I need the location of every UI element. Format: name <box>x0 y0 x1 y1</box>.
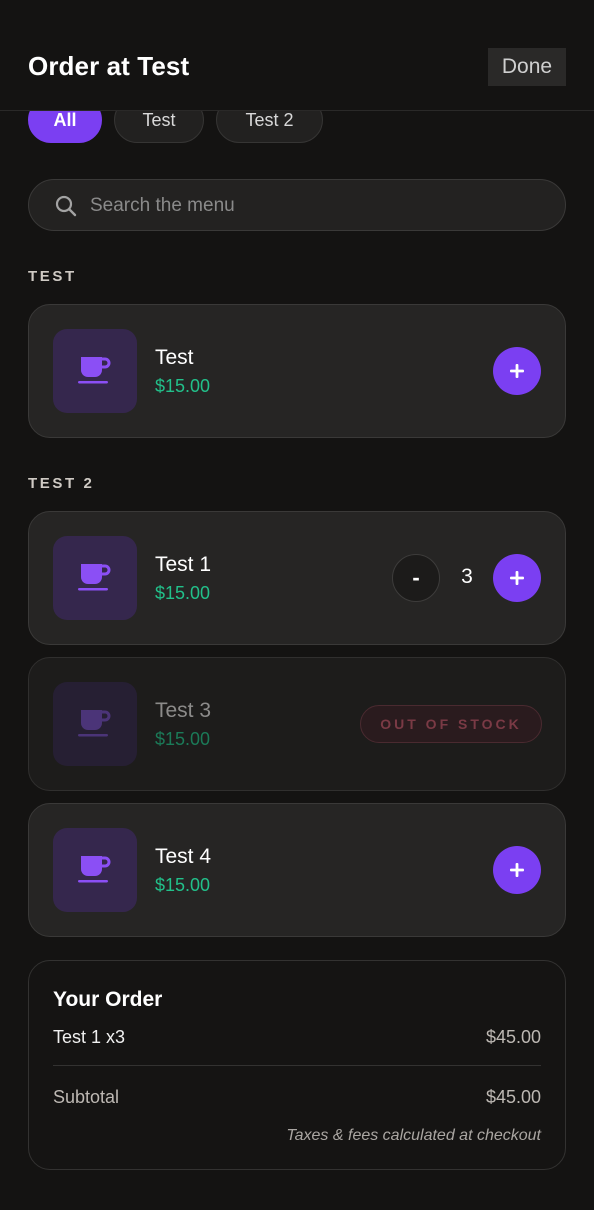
item-thumbnail <box>53 828 137 912</box>
section-heading-test-2: TEST 2 <box>28 475 95 492</box>
page-title: Order at Test <box>28 51 190 81</box>
subtotal-amount: $45.00 <box>485 1087 541 1107</box>
page-header: Order at Test Done <box>0 0 594 111</box>
item-price: $15.00 <box>155 729 211 749</box>
decrease-quantity-button[interactable]: - <box>392 554 440 602</box>
increase-quantity-button[interactable] <box>493 554 541 602</box>
subtotal-label: Subtotal <box>53 1087 120 1107</box>
item-price: $15.00 <box>155 376 211 396</box>
taxes-note: Taxes & fees calculated at checkout <box>286 1127 541 1144</box>
item-thumbnail <box>53 329 137 413</box>
add-to-order-button[interactable] <box>493 846 541 894</box>
item-name: Test 1 <box>155 553 212 576</box>
filter-chip-label: Test 2 <box>245 109 294 130</box>
order-line-amount: $45.00 <box>485 1027 541 1047</box>
filter-chip-label: Test <box>142 109 176 130</box>
item-name: Test 3 <box>155 699 212 722</box>
search-input[interactable]: Search the menu <box>28 179 566 231</box>
menu-item-card[interactable]: Test $15.00 <box>28 304 566 438</box>
plus-icon <box>510 364 524 378</box>
item-thumbnail <box>53 682 137 766</box>
item-price: $15.00 <box>155 875 211 895</box>
coffee-cup-icon <box>78 357 111 384</box>
order-line-label: Test 1 x3 <box>53 1027 126 1047</box>
order-summary: Your Order Test 1 x3 $45.00 Subtotal $45… <box>28 960 566 1170</box>
minus-label: - <box>412 565 420 590</box>
order-summary-title: Your Order <box>53 988 163 1011</box>
plus-icon <box>510 863 524 877</box>
plus-icon <box>510 571 524 585</box>
search-placeholder: Search the menu <box>90 195 235 216</box>
menu-item-card[interactable]: Test 1 $15.00 - 3 <box>28 511 566 645</box>
section-heading-test: TEST <box>28 268 77 285</box>
add-to-order-button[interactable] <box>493 347 541 395</box>
filter-chip-label: All <box>53 109 77 130</box>
item-name: Test 4 <box>155 845 212 868</box>
menu-item-card[interactable]: Test 4 $15.00 <box>28 803 566 937</box>
item-price: $15.00 <box>155 583 211 603</box>
menu-item-card-out-of-stock: Test 3 $15.00 OUT OF STOCK <box>28 657 566 791</box>
coffee-cup-icon <box>78 856 111 883</box>
item-thumbnail <box>53 536 137 620</box>
search-icon <box>54 194 78 218</box>
out-of-stock-badge: OUT OF STOCK <box>360 705 542 743</box>
quantity-value: 3 <box>461 565 473 588</box>
item-name: Test <box>155 346 194 369</box>
summary-divider <box>53 1065 541 1066</box>
coffee-cup-icon <box>78 710 111 737</box>
done-button[interactable]: Done <box>488 48 566 86</box>
coffee-cup-icon <box>78 564 111 591</box>
